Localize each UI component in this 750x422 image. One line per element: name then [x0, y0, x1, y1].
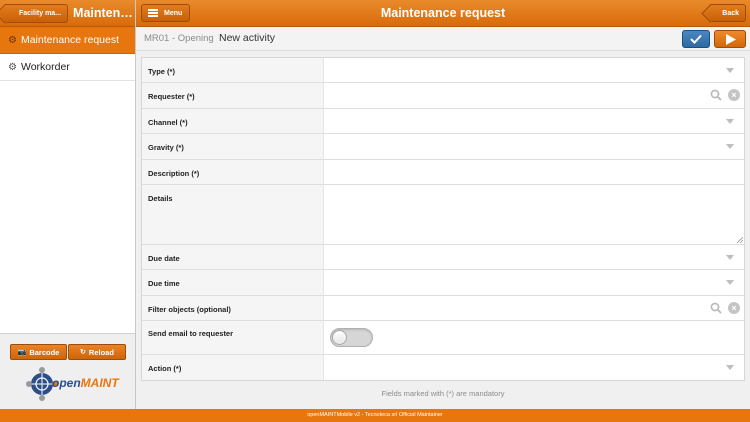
checkmark-icon — [690, 34, 702, 44]
sidebar-item-label: Workorder — [20, 61, 70, 73]
clear-icon[interactable]: × — [728, 89, 740, 101]
field-label: Gravity (*) — [148, 143, 184, 152]
save-button[interactable] — [682, 30, 710, 48]
chevron-down-icon — [726, 365, 734, 370]
hamburger-icon — [148, 8, 158, 19]
field-label: Action (*) — [148, 364, 182, 373]
details-textarea[interactable] — [323, 185, 744, 244]
barcode-button[interactable]: 📷 Barcode — [10, 344, 67, 360]
form-row-requester: Requester (*) × — [142, 83, 744, 109]
chevron-down-icon — [726, 280, 734, 285]
search-icon[interactable] — [710, 89, 722, 101]
back-button[interactable]: Back — [710, 4, 746, 22]
form-row-send-email: Send email to requester — [142, 321, 744, 355]
logo-text-maint: MAINT — [80, 376, 119, 390]
field-label: Description (*) — [148, 169, 200, 178]
toggle-knob — [332, 330, 347, 345]
menu-label: Menu — [164, 9, 183, 17]
form-row-description: Description (*) — [142, 160, 744, 185]
form-row-filter-objects: Filter objects (optional) × — [142, 296, 744, 321]
sidebar-item-label: Maintenance request — [20, 34, 120, 46]
form-row-type: Type (*) — [142, 58, 744, 83]
chevron-down-icon — [726, 255, 734, 260]
field-label: Due date — [148, 254, 180, 263]
barcode-label: Barcode — [29, 347, 60, 357]
chevron-down-icon — [726, 144, 734, 149]
reload-button[interactable]: ↻ Reload — [68, 344, 126, 360]
action-select[interactable] — [323, 355, 744, 380]
form-row-channel: Channel (*) — [142, 109, 744, 134]
channel-select[interactable] — [323, 109, 744, 133]
form-row-gravity: Gravity (*) — [142, 134, 744, 160]
field-label: Details — [148, 194, 173, 203]
sidebar-back-button[interactable]: Facility ma... — [5, 3, 69, 23]
field-label: Channel (*) — [148, 118, 188, 127]
openmaint-logo: openMAINT — [26, 366, 119, 402]
mandatory-note: Fields marked with (*) are mandatory — [381, 389, 505, 398]
field-label: Send email to requester — [148, 329, 234, 338]
activity-form: Type (*) Requester (*) × Channel (*) Gra… — [141, 57, 745, 381]
clear-icon[interactable]: × — [728, 302, 740, 314]
field-label: Type (*) — [148, 67, 175, 76]
filter-objects-lookup[interactable]: × — [323, 296, 744, 320]
search-icon[interactable] — [710, 302, 722, 314]
top-bar: Menu Maintenance request Back — [136, 0, 750, 27]
process-step: MR01 - Opening — [144, 33, 214, 44]
type-select[interactable] — [323, 58, 744, 82]
field-label: Filter objects (optional) — [148, 305, 231, 314]
due-time-select[interactable] — [323, 270, 744, 295]
sidebar-item-workorder[interactable]: ⚙ Workorder — [0, 54, 135, 81]
chevron-down-icon — [726, 119, 734, 124]
field-label: Due time — [148, 279, 180, 288]
requester-lookup[interactable]: × — [323, 83, 744, 108]
activity-title: New activity — [219, 32, 276, 44]
sidebar: Facility ma... Maintenance... ⚙ Maintena… — [0, 0, 136, 409]
form-row-action: Action (*) — [142, 355, 744, 380]
chevron-down-icon — [726, 68, 734, 73]
sidebar-title: Maintenance... — [73, 6, 135, 20]
logo-text: openMAINT — [52, 376, 119, 390]
due-date-select[interactable] — [323, 245, 744, 269]
activity-bar: MR01 - Opening New activity — [136, 27, 750, 51]
form-row-details: Details — [142, 185, 744, 245]
menu-button[interactable]: Menu — [141, 4, 190, 22]
logo-text-open: open — [52, 376, 81, 390]
sidebar-header: Facility ma... Maintenance... — [0, 0, 135, 27]
resize-handle-icon[interactable] — [737, 237, 743, 243]
description-input[interactable] — [323, 160, 744, 184]
gear-icon: ⚙ — [8, 34, 17, 46]
camera-icon: 📷 — [17, 349, 27, 356]
play-arrow-icon — [725, 33, 736, 45]
page-title: Maintenance request — [380, 6, 506, 20]
sidebar-footer: 📷 Barcode ↻ Reload openMAINT — [0, 333, 135, 409]
advance-button[interactable] — [714, 30, 746, 48]
form-row-due-date: Due date — [142, 245, 744, 270]
footer: openMAINTMobile v2 - Tecnoteca srl Offic… — [0, 409, 750, 422]
sidebar-item-maintenance-request[interactable]: ⚙ Maintenance request — [0, 27, 135, 54]
reload-icon: ↻ — [80, 349, 86, 356]
back-label: Back — [722, 9, 739, 17]
gear-icon: ⚙ — [8, 61, 17, 73]
reload-label: Reload — [88, 347, 114, 357]
field-label: Requester (*) — [148, 92, 195, 101]
gravity-select[interactable] — [323, 134, 744, 159]
send-email-field — [323, 321, 744, 354]
form-row-due-time: Due time — [142, 270, 744, 296]
sidebar-back-label: Facility ma... — [19, 9, 62, 17]
send-email-toggle[interactable] — [330, 328, 373, 347]
